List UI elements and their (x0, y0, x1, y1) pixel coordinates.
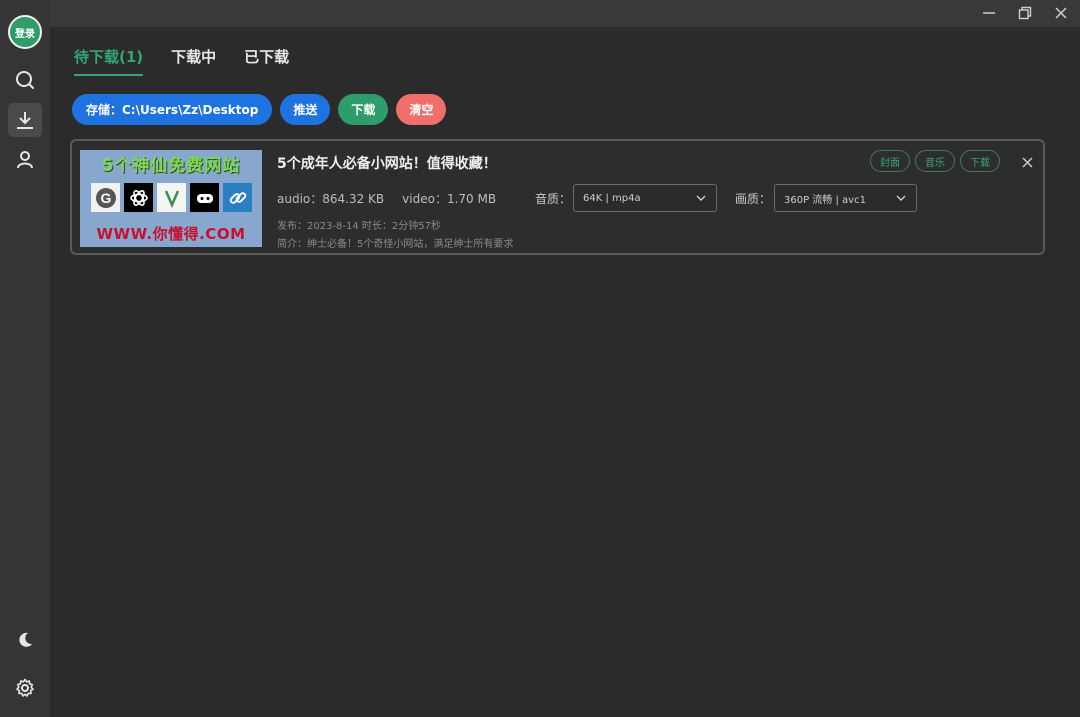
tab-pending[interactable]: 待下载(1) (74, 46, 144, 76)
clear-button[interactable]: 清空 (396, 94, 447, 125)
audio-quality-select[interactable]: 64K | mp4a (573, 184, 717, 212)
video-quality-select[interactable]: 360P 流畅 | avc1 (774, 184, 917, 212)
search-nav-button[interactable] (8, 63, 42, 97)
cover-tag-button[interactable]: 封面 (870, 150, 910, 172)
video-quality-label: 画质： (735, 192, 772, 206)
audio-quality-value: 64K | mp4a (583, 192, 641, 204)
remove-item-button[interactable] (1022, 153, 1033, 172)
sidebar-bottom (8, 623, 42, 705)
video-description: 简介：绅士必备！5个奇怪小网站，满足绅士所有要求 (277, 239, 514, 250)
item-tags: 封面 音乐 下载 (870, 150, 1000, 172)
video-title: 5个成年人必备小网站！值得收藏！ (277, 156, 497, 172)
close-window-button[interactable] (1052, 4, 1070, 22)
audio-quality-label: 音质： (535, 192, 572, 206)
minimize-button[interactable] (980, 4, 998, 22)
settings-button[interactable] (8, 671, 42, 705)
download-item-card: 5个神仙免费网站 G WWW.你懂得.COM 5个成年人必备小网站！值得收藏！ … (70, 139, 1045, 255)
video-thumbnail[interactable]: 5个神仙免费网站 G WWW.你懂得.COM (80, 150, 262, 247)
thumbnail-icons: G (91, 183, 252, 212)
close-icon (1022, 157, 1033, 168)
download-icon (17, 112, 33, 129)
link-logo-icon (223, 183, 252, 212)
tab-downloading[interactable]: 下载中 (171, 46, 216, 76)
tab-downloaded[interactable]: 已下载 (244, 46, 289, 76)
user-nav-button[interactable] (8, 143, 42, 177)
openai-logo-icon (124, 183, 153, 212)
download-tag-button[interactable]: 下载 (960, 150, 1000, 172)
video-size: video：1.70 MB (402, 192, 497, 206)
storage-path-button[interactable]: 存储：C:\Users\Zz\Desktop (72, 94, 273, 125)
download-tabs: 待下载(1) 下载中 已下载 (74, 46, 289, 76)
svg-text:G: G (100, 190, 111, 206)
sidebar: 登录 (0, 0, 50, 717)
gamepad-logo-icon (190, 183, 219, 212)
thumbnail-headline: 5个神仙免费网站 (101, 156, 241, 176)
minimize-icon (983, 12, 995, 14)
restore-button[interactable] (1016, 4, 1034, 22)
login-button[interactable]: 登录 (8, 15, 42, 49)
music-tag-button[interactable]: 音乐 (915, 150, 955, 172)
close-icon (1055, 7, 1067, 19)
size-info: audio：864.32 KB video：1.70 MB (277, 190, 496, 207)
theme-toggle-button[interactable] (8, 623, 42, 657)
title-bar (50, 0, 1080, 27)
download-nav-button[interactable] (8, 103, 42, 137)
audio-size: audio：864.32 KB (277, 192, 385, 206)
g-logo-icon: G (91, 183, 120, 212)
restore-icon (1018, 6, 1032, 20)
gear-icon (16, 678, 34, 697)
action-bar: 存储：C:\Users\Zz\Desktop 推送 下载 清空 (72, 94, 447, 125)
publish-info: 发布：2023-8-14 时长：2分钟57秒 (277, 221, 442, 232)
search-icon (16, 71, 34, 89)
thumbnail-url-text: WWW.你懂得.COM (96, 225, 246, 243)
chevron-down-icon (696, 195, 706, 201)
user-icon (17, 151, 33, 169)
v-logo-icon (157, 183, 186, 212)
window-controls (980, 4, 1070, 22)
chevron-down-icon (896, 195, 906, 201)
video-quality-value: 360P 流畅 | avc1 (784, 194, 866, 206)
download-all-button[interactable]: 下载 (338, 94, 389, 125)
moon-icon (19, 632, 32, 647)
push-button[interactable]: 推送 (280, 94, 331, 125)
